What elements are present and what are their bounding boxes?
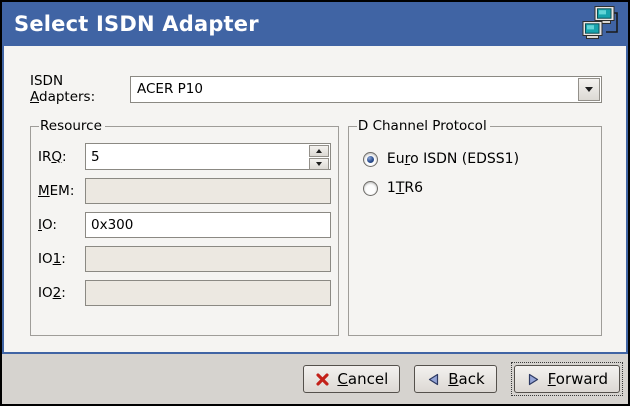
d-channel-protocol-title: D Channel Protocol [357, 118, 490, 134]
forward-button-label: Forward [548, 370, 608, 388]
io-row: IO: [38, 212, 331, 238]
radio-label-1tr6[interactable]: 1TR6 [387, 180, 423, 196]
mem-input [85, 178, 331, 204]
isdn-adapters-selected-value: ACER P10 [131, 81, 577, 97]
io2-input [85, 280, 331, 306]
irq-spin-buttons [309, 145, 329, 168]
resource-groupbox-title: Resource [39, 118, 105, 134]
combobox-dropdown-button[interactable] [578, 78, 600, 101]
mem-label: MEM: [38, 183, 85, 199]
io2-row: IO2: [38, 280, 331, 306]
forward-button[interactable]: Forward [514, 365, 620, 393]
dialog-titlebar: Select ISDN Adapter [4, 2, 626, 46]
radio-button-icon[interactable] [363, 152, 378, 167]
isdn-adapters-label: ISDN Adapters: [30, 73, 130, 105]
io2-label: IO2: [38, 285, 85, 301]
spin-down-button[interactable] [309, 158, 329, 170]
d-channel-protocol-groupbox: D Channel Protocol Euro ISDN (EDSS1) 1TR… [348, 118, 602, 336]
radio-option-1tr6[interactable]: 1TR6 [363, 180, 594, 196]
radio-option-euro-isdn[interactable]: Euro ISDN (EDSS1) [363, 151, 594, 167]
mem-row: MEM: [38, 178, 331, 204]
irq-input[interactable] [86, 144, 308, 169]
back-button[interactable]: Back [414, 365, 496, 393]
back-button-label: Back [448, 370, 484, 388]
irq-row: IRQ: [38, 143, 331, 170]
network-computers-icon [582, 5, 620, 43]
dialog-title: Select ISDN Adapter [14, 12, 582, 36]
dialog-button-bar: Cancel Back Forward [2, 354, 628, 404]
io1-input [85, 246, 331, 272]
cancel-button-label: Cancel [337, 370, 388, 388]
radio-button-icon[interactable] [363, 181, 378, 196]
dialog-content: ISDN Adapters: ACER P10 Resource IRQ: [4, 46, 626, 352]
resource-groupbox: Resource IRQ: MEM: [30, 118, 339, 336]
cancel-x-icon [315, 372, 330, 387]
io1-row: IO1: [38, 246, 331, 272]
group-boxes: Resource IRQ: MEM: [30, 118, 602, 336]
arrow-down-icon [316, 162, 322, 169]
arrow-right-icon [526, 372, 541, 387]
irq-label: IRQ: [38, 149, 85, 165]
io-label: IO: [38, 217, 85, 233]
io1-label: IO1: [38, 251, 85, 267]
dialog-frame: Select ISDN Adapter ISDN Adapters: ACER … [2, 2, 628, 354]
isdn-adapters-combobox[interactable]: ACER P10 [130, 76, 602, 103]
default-button-focus-ring: Forward [511, 362, 623, 396]
radio-label-euro-isdn[interactable]: Euro ISDN (EDSS1) [387, 151, 519, 167]
isdn-adapters-row: ISDN Adapters: ACER P10 [30, 73, 602, 105]
cancel-button[interactable]: Cancel [303, 365, 400, 393]
dialog-window: Select ISDN Adapter ISDN Adapters: ACER … [0, 0, 630, 406]
arrow-up-icon [316, 146, 322, 153]
io-input[interactable] [85, 212, 331, 238]
arrow-left-icon [426, 372, 441, 387]
chevron-down-icon [585, 87, 593, 96]
spin-up-button[interactable] [309, 145, 329, 157]
irq-spinbox[interactable] [85, 143, 331, 170]
